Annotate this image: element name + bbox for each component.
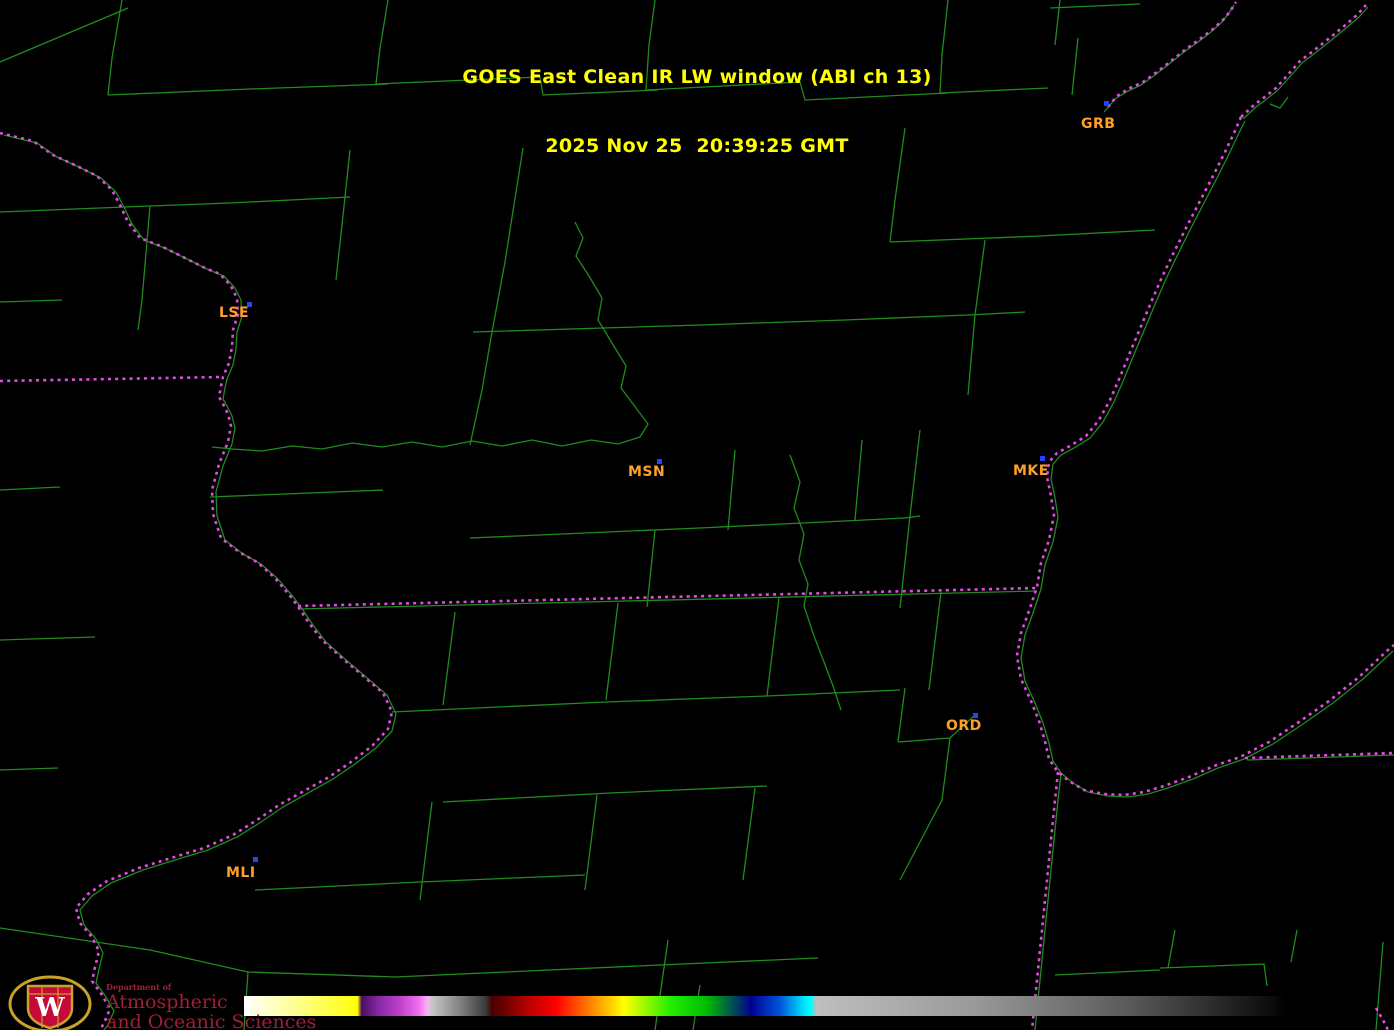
station-dot-mke	[1040, 456, 1045, 461]
logo-line2: and Oceanic Sciences	[106, 1012, 316, 1030]
uw-crest-icon: W	[8, 974, 92, 1030]
aos-logo: W Department of Atmospheric and Oceanic …	[8, 974, 316, 1030]
station-dot-mli	[253, 857, 258, 862]
image-title-line2: 2025 Nov 25 20:39:25 GMT	[0, 135, 1394, 158]
satellite-viewer: GOES East Clean IR LW window (ABI ch 13)…	[0, 0, 1394, 1030]
image-title-line1: GOES East Clean IR LW window (ABI ch 13)	[0, 66, 1394, 89]
station-dot-grb	[1104, 101, 1109, 106]
station-label-grb: GRB	[1081, 116, 1115, 132]
station-label-mke: MKE	[1013, 463, 1049, 479]
station-label-mli: MLI	[226, 865, 256, 881]
aos-logo-text: Department of Atmospheric and Oceanic Sc…	[106, 974, 316, 1030]
logo-line1: Atmospheric	[106, 992, 316, 1012]
station-label-lse: LSE	[219, 305, 249, 321]
color-scale-bar	[244, 996, 1285, 1016]
station-label-ord: ORD	[946, 718, 982, 734]
image-title: GOES East Clean IR LW window (ABI ch 13)…	[0, 20, 1394, 204]
svg-text:W: W	[34, 993, 65, 1023]
station-label-msn: MSN	[628, 464, 665, 480]
